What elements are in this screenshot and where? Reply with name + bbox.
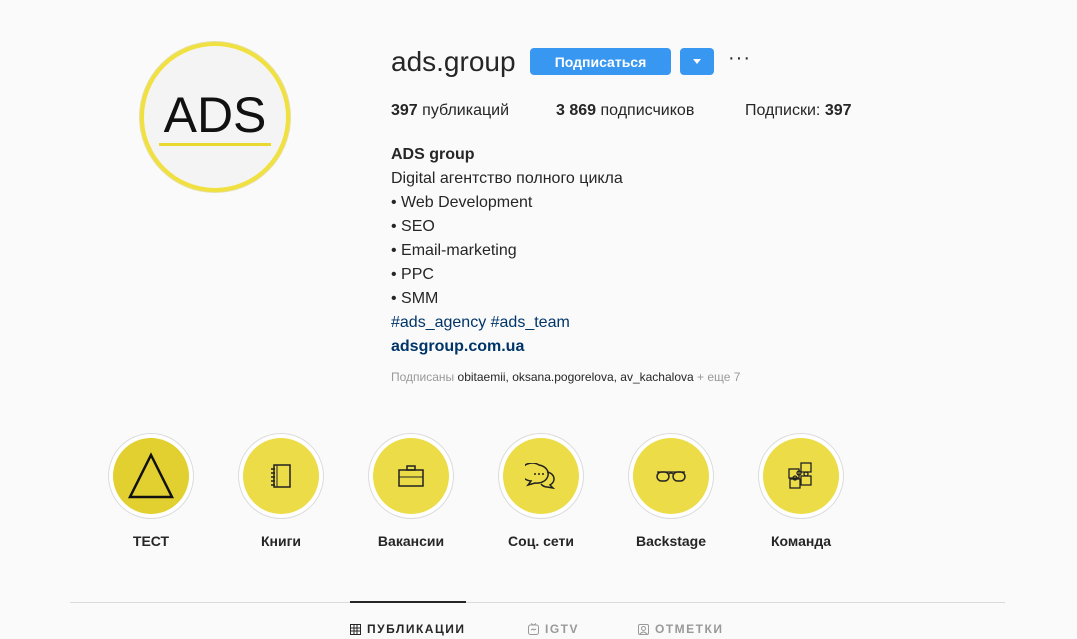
highlight-social[interactable]: Соц. сети <box>498 433 584 549</box>
tab-tagged[interactable]: ОТМЕТКИ <box>638 622 723 636</box>
highlight-books[interactable]: Книги <box>238 433 324 549</box>
grid-icon <box>350 623 361 635</box>
highlight-vacancies[interactable]: Вакансии <box>368 433 454 549</box>
bio-line: • SMM <box>391 290 439 307</box>
username: ads.group <box>391 46 516 77</box>
highlight-backstage[interactable]: Backstage <box>628 433 714 549</box>
highlight-label: Backstage <box>635 533 707 549</box>
avatar-logo: ADS <box>163 87 267 143</box>
puzzle-icon <box>788 462 812 489</box>
logo-underline <box>159 143 271 146</box>
suggestions-dropdown-button[interactable] <box>680 48 714 75</box>
bio-line: • Email-marketing <box>391 242 517 259</box>
posts-label: публикаций <box>422 102 510 119</box>
active-tab-indicator <box>350 601 466 603</box>
bio-line: Digital агентство полного цикла <box>391 170 623 187</box>
tab-label: ПУБЛИКАЦИИ <box>367 622 466 636</box>
followers-label: подписчиков <box>600 102 695 119</box>
tab-igtv[interactable]: IGTV <box>528 622 579 636</box>
more-options-icon[interactable]: ··· <box>728 48 751 68</box>
following-stat[interactable]: Подписки: 397 <box>745 102 852 120</box>
posts-stat: 397 публикаций <box>391 102 509 120</box>
followed-by-users[interactable]: obitaemii, oksana.pogorelova, av_kachalo… <box>458 370 694 384</box>
triangle-icon <box>127 452 175 499</box>
tagged-icon <box>638 623 649 635</box>
following-count: 397 <box>824 102 852 119</box>
chevron-down-icon <box>693 59 701 64</box>
igtv-icon <box>528 623 539 635</box>
followed-by-more[interactable]: + еще 7 <box>697 370 740 384</box>
tab-label: ОТМЕТКИ <box>655 622 724 636</box>
bio-line: • PPC <box>391 266 434 283</box>
bio-line: • SEO <box>391 218 435 235</box>
followers-stat[interactable]: 3 869 подписчиков <box>556 102 694 120</box>
bio-hashtags[interactable]: #ads_agency #ads_team <box>391 311 623 335</box>
highlight-label: Вакансии <box>377 533 445 549</box>
followers-count: 3 869 <box>556 102 597 119</box>
highlight-label: Соц. сети <box>508 533 574 549</box>
bio: ADS group Digital агентство полного цикл… <box>391 143 623 359</box>
tabs-divider <box>70 602 1005 603</box>
highlight-label: Команда <box>771 533 831 549</box>
followed-by-prefix: Подписаны <box>391 370 455 384</box>
highlight-team[interactable]: Команда <box>758 433 844 549</box>
highlight-label: ТЕСТ <box>132 533 170 549</box>
follow-button[interactable]: Подписаться <box>530 48 671 75</box>
tab-label: IGTV <box>545 622 580 636</box>
bio-name: ADS group <box>391 146 475 163</box>
followed-by[interactable]: Подписаны obitaemii, oksana.pogorelova, … <box>391 370 740 384</box>
tab-posts[interactable]: ПУБЛИКАЦИИ <box>350 622 465 636</box>
briefcase-icon <box>398 465 424 487</box>
chat-bubbles-icon <box>525 463 556 489</box>
notebook-icon <box>271 464 291 488</box>
profile-avatar[interactable]: ADS <box>140 42 290 192</box>
glasses-icon <box>656 471 686 482</box>
following-label: Подписки: <box>745 102 821 119</box>
posts-count: 397 <box>391 102 418 119</box>
bio-line: • Web Development <box>391 194 533 211</box>
highlight-test[interactable]: ТЕСТ <box>108 433 194 549</box>
bio-website-link[interactable]: adsgroup.com.ua <box>391 335 623 359</box>
highlight-label: Книги <box>260 533 302 549</box>
